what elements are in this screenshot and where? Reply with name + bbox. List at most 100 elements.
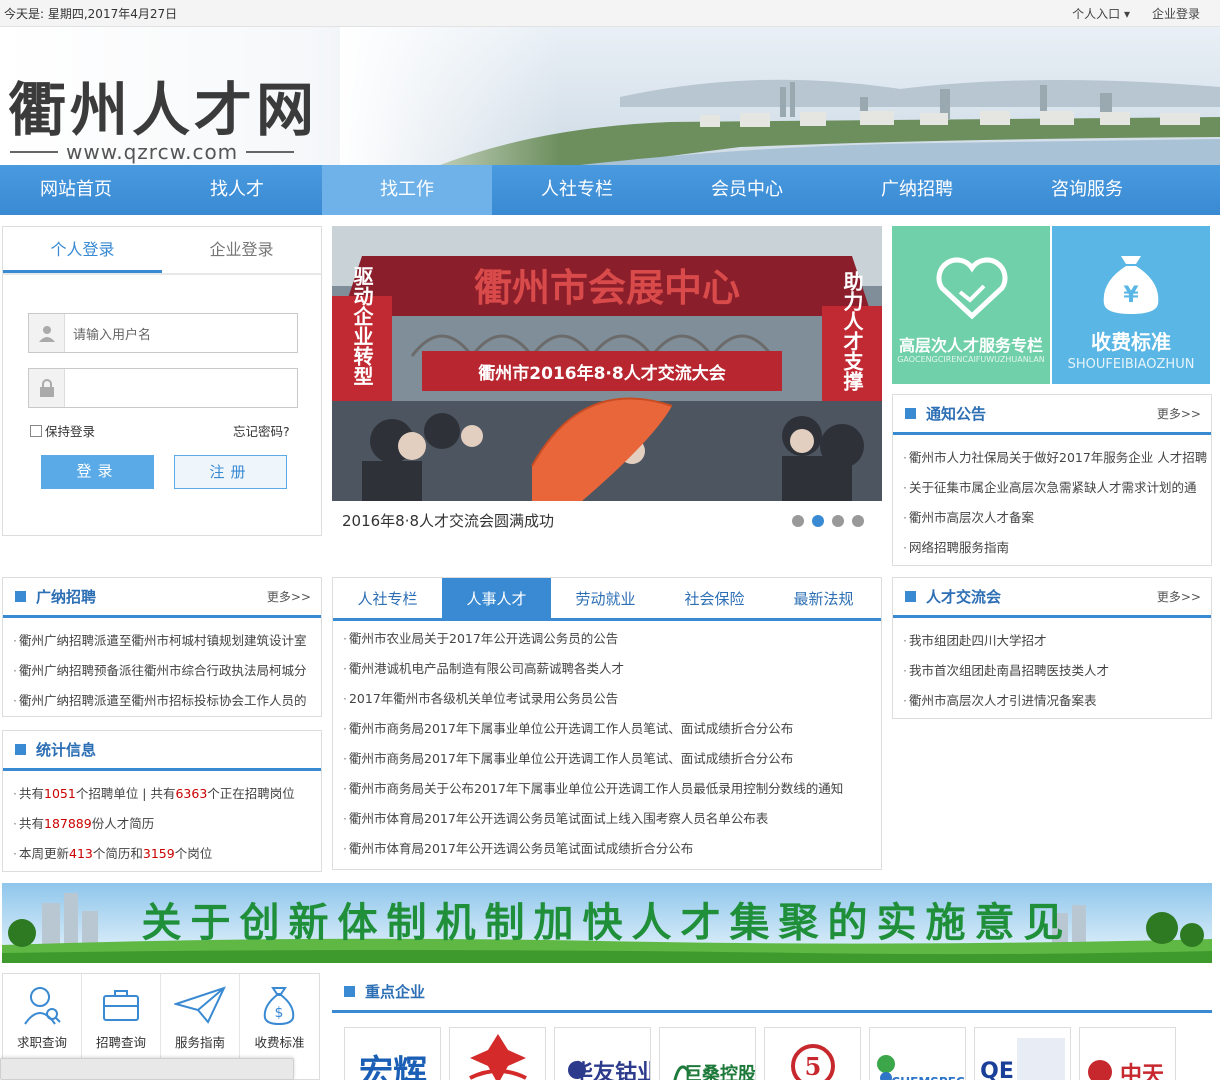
login-panel: 个人登录 企业登录 请输入用户名 保持登录 忘记密码? 登录 注册 [2, 226, 322, 536]
notice-item[interactable]: 衢州市人力社保局关于做好2017年服务企业 人才招聘 [903, 443, 1211, 473]
news-item[interactable]: 衢州市商务局2017年下属事业单位公开选调工作人员笔试、面试成绩折合分公布 [343, 714, 881, 744]
money-bag-icon: ¥ [1103, 256, 1159, 314]
slider-dot-4[interactable] [852, 515, 864, 527]
svg-text:宏辉: 宏辉 [359, 1053, 427, 1080]
tab-hr-column[interactable]: 人社专栏 [333, 578, 442, 618]
fair-item[interactable]: 我市首次组团赴南昌招聘医技类人才 [903, 656, 1211, 686]
recruit-item[interactable]: 衢州广纳招聘派遣至衢州市柯城村镇规划建筑设计室 [13, 626, 321, 656]
username-input[interactable]: 请输入用户名 [28, 313, 298, 353]
slider-dot-1[interactable] [792, 515, 804, 527]
tile-high-level-talent[interactable]: 高层次人才服务专栏 GAOCENGCIRENCAIFUWUZHUANLAN [892, 226, 1050, 384]
key-companies-panel: 重点企业 宏辉 华友钴业 巨桑控股 5 CHEMSPEC QE 中天 [332, 973, 1212, 1080]
company-logo[interactable]: 华友钴业 [554, 1027, 651, 1080]
policy-banner-text: 关于创新体制机制加快人才集聚的实施意见 [142, 899, 1073, 946]
nav-find-talent[interactable]: 找人才 [152, 165, 322, 215]
tab-company-login[interactable]: 企业登录 [162, 227, 321, 273]
news-item[interactable]: 衢州港诚机电产品制造有限公司高薪诚聘各类人才 [343, 654, 881, 684]
slider-dot-3[interactable] [832, 515, 844, 527]
venue-sign: 衢州市会展中心 [474, 265, 740, 310]
tab-employment[interactable]: 劳动就业 [551, 578, 660, 618]
fair-item[interactable]: 我市组团赴四川大学招才 [903, 626, 1211, 656]
company-logo[interactable]: 巨桑控股 [659, 1027, 756, 1080]
news-item[interactable]: 衢州市商务局2017年下属事业单位公开选调工作人员笔试、面试成绩折合分公布 [343, 744, 881, 774]
paper-plane-icon [174, 986, 226, 1024]
section-square-icon [15, 744, 26, 755]
tile-fee-standard[interactable]: ¥ 收费标准 SHOUFEIBIAOZHUN [1052, 226, 1210, 384]
section-square-icon [15, 591, 26, 602]
recruit-more-link[interactable]: 更多>> [267, 588, 311, 605]
company-logo[interactable]: 5 [764, 1027, 861, 1080]
company-logo[interactable]: QE [974, 1027, 1071, 1080]
notice-panel: 通知公告 更多>> 衢州市人力社保局关于做好2017年服务企业 人才招聘 关于征集… [892, 394, 1212, 566]
stats-panel: 统计信息 共有1051个招聘单位 | 共有6363个正在招聘岗位 共有18788… [2, 730, 322, 872]
login-button[interactable]: 登录 [41, 455, 154, 489]
nav-member-center[interactable]: 会员中心 [662, 165, 832, 215]
svg-text:QE: QE [980, 1059, 1014, 1080]
notice-item[interactable]: 衢州市高层次人才备案 [903, 503, 1211, 533]
news-item[interactable]: 衢州市商务局关于公布2017年下属事业单位公开选调工作人员最低录用控制分数线的通… [343, 774, 881, 804]
tab-personnel[interactable]: 人事人才 [442, 578, 551, 618]
user-icon [29, 314, 65, 352]
svg-text:CHEMSPEC: CHEMSPEC [891, 1075, 965, 1080]
personal-entry-link[interactable]: 个人入口 ▾ [1072, 5, 1130, 22]
recruit-panel: 广纳招聘 更多>> 衢州广纳招聘派遣至衢州市柯城村镇规划建筑设计室 衢州广纳招聘预… [2, 577, 322, 717]
company-logo[interactable]: 宏辉 [344, 1027, 441, 1080]
svg-text:衢州市2016年8·8人才交流大会: 衢州市2016年8·8人才交流大会 [478, 363, 725, 384]
remember-login[interactable]: 保持登录 [30, 421, 95, 440]
fair-more-link[interactable]: 更多>> [1157, 588, 1201, 605]
main-nav: 网站首页 找人才 找工作 人社专栏 会员中心 广纳招聘 咨询服务 [0, 165, 1220, 215]
recruit-item[interactable]: 衢州广纳招聘派遣至衢州市招标投标协会工作人员的 [13, 686, 321, 716]
tab-personal-login[interactable]: 个人登录 [3, 227, 162, 273]
recruit-item[interactable]: 衢州广纳招聘预备派往衢州市综合行政执法局柯城分 [13, 656, 321, 686]
svg-text:巨桑控股: 巨桑控股 [684, 1063, 756, 1080]
city-skyline-image [340, 27, 1220, 165]
site-logo[interactable]: 衢州人才网 [8, 75, 318, 145]
slider-dots [792, 515, 864, 527]
news-item[interactable]: 2017年衢州市各级机关单位考试录用公务员公告 [343, 684, 881, 714]
lock-icon [29, 369, 65, 407]
slider-caption[interactable]: 2016年8·8人才交流会圆满成功 [342, 510, 554, 531]
nav-hr-column[interactable]: 人社专栏 [492, 165, 662, 215]
talent-fair-panel: 人才交流会 更多>> 我市组团赴四川大学招才 我市首次组团赴南昌招聘医技类人才 衢… [892, 577, 1212, 719]
tab-social-insurance[interactable]: 社会保险 [660, 578, 769, 618]
nav-consulting[interactable]: 咨询服务 [1002, 165, 1172, 215]
site-url: www.qzrcw.com [10, 140, 295, 164]
tab-latest-laws[interactable]: 最新法规 [769, 578, 878, 618]
notice-title: 通知公告 [926, 405, 987, 423]
svg-text:助力人才支撑: 助力人才支撑 [840, 271, 864, 392]
stats-line-units: 共有1051个招聘单位 | 共有6363个正在招聘岗位 [13, 779, 321, 809]
notice-item[interactable]: 关于征集市属企业高层次急需紧缺人才需求计划的通 [903, 473, 1211, 503]
policy-banner[interactable]: 关于创新体制机制加快人才集聚的实施意见 [2, 883, 1212, 963]
slider-photo: 衢州市会展中心 驱动企业转型 助力人才支撑 衢州市2016年8·8人才交流大会 [332, 226, 882, 501]
heart-handshake-icon [936, 257, 1008, 320]
nav-recruitment[interactable]: 广纳招聘 [832, 165, 1002, 215]
forgot-password-link[interactable]: 忘记密码? [233, 421, 290, 440]
news-slider[interactable]: 衢州市会展中心 驱动企业转型 助力人才支撑 衢州市2016年8·8人才交流大会 … [332, 226, 882, 536]
company-logo[interactable]: 中天 [1079, 1027, 1176, 1080]
svg-text:华友钴业: 华友钴业 [571, 1060, 651, 1080]
slider-dot-2[interactable] [812, 515, 824, 527]
section-square-icon [905, 591, 916, 602]
money-bag-outline-icon: $ [264, 987, 295, 1026]
stats-title: 统计信息 [36, 741, 97, 759]
svg-text:$: $ [275, 1005, 284, 1021]
nav-home[interactable]: 网站首页 [0, 165, 152, 215]
fair-title: 人才交流会 [926, 588, 1002, 606]
svg-text:¥: ¥ [1123, 283, 1139, 308]
remember-checkbox[interactable] [30, 424, 42, 437]
password-input[interactable] [28, 368, 298, 408]
company-logo[interactable]: CHEMSPEC [869, 1027, 966, 1080]
floating-toolbar[interactable] [0, 1058, 294, 1080]
news-item[interactable]: 衢州市体育局2017年公开选调公务员笔试面试上线入围考察人员名单公布表 [343, 804, 881, 834]
news-item[interactable]: 衢州市农业局关于2017年公开选调公务员的公告 [343, 624, 881, 654]
svg-text:5: 5 [805, 1052, 822, 1080]
notice-item[interactable]: 网络招聘服务指南 [903, 533, 1211, 563]
nav-find-job[interactable]: 找工作 [322, 165, 492, 215]
register-button[interactable]: 注册 [174, 455, 287, 489]
fair-item[interactable]: 衢州市高层次人才引进情况备案表 [903, 686, 1211, 716]
notice-more-link[interactable]: 更多>> [1157, 405, 1201, 422]
section-square-icon [344, 986, 355, 997]
company-logo[interactable] [449, 1027, 546, 1080]
news-item[interactable]: 衢州市体育局2017年公开选调公务员笔试面试成绩折合分公布 [343, 834, 881, 864]
company-login-link[interactable]: 企业登录 [1152, 5, 1200, 22]
